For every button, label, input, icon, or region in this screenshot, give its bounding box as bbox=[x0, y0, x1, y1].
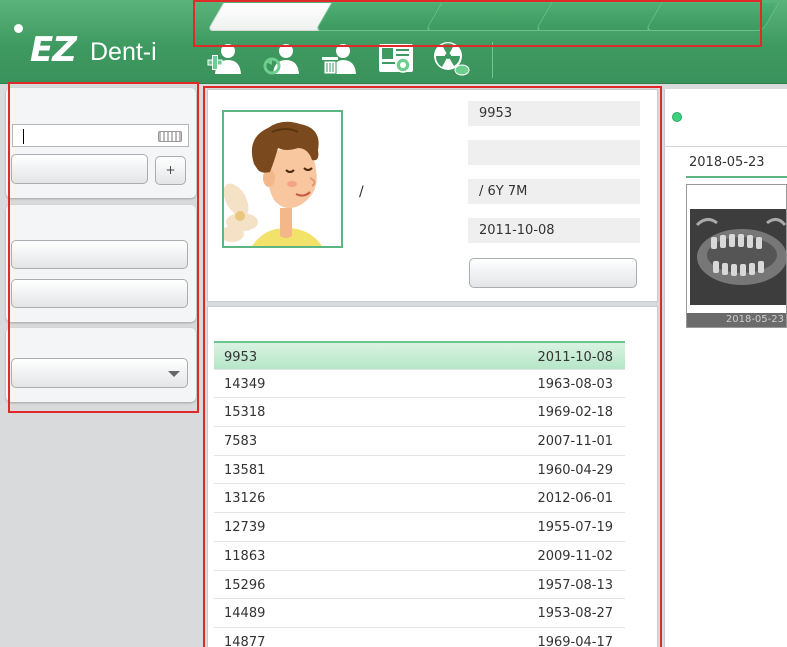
tabs-highlight bbox=[193, 0, 762, 47]
imaging-date-underline bbox=[686, 176, 787, 178]
thumbnail-caption: 2018-05-23 bbox=[687, 313, 786, 327]
xray-image bbox=[687, 185, 786, 315]
imaging-date: 2018-05-23 bbox=[689, 155, 765, 170]
center-highlight bbox=[203, 86, 662, 647]
logo-main: EZ bbox=[30, 30, 77, 70]
logo-dot bbox=[14, 24, 23, 33]
imaging-panel bbox=[664, 89, 787, 647]
sidebar-highlight bbox=[8, 82, 199, 413]
toolbar-separator bbox=[492, 42, 493, 78]
status-indicator bbox=[672, 112, 682, 122]
imaging-divider bbox=[664, 146, 787, 147]
logo-sub: Dent-i bbox=[90, 38, 157, 66]
xray-thumbnail[interactable]: 2018-05-23 bbox=[686, 184, 787, 328]
